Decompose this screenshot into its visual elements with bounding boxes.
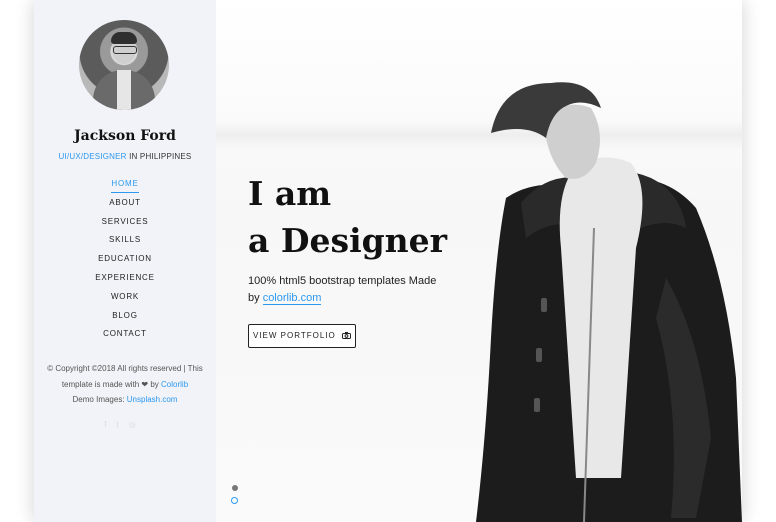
copyright: © Copyright ©2018 All rights reserved | … <box>40 361 210 408</box>
colorlib-link[interactable]: Colorlib <box>161 380 188 389</box>
nav-item-blog[interactable]: BLOG <box>34 310 216 329</box>
avatar-hair <box>111 32 137 44</box>
nav-item-home[interactable]: HOME <box>34 178 216 197</box>
hero-slide: I am a Designer 100% html5 bootstrap tem… <box>216 0 742 522</box>
nav-item-work[interactable]: WORK <box>34 291 216 310</box>
nav-item-skills[interactable]: SKILLS <box>34 234 216 253</box>
page-frame: Jackson Ford UI/UX/DESIGNER IN PHILIPPIN… <box>34 0 742 522</box>
facebook-icon[interactable]: f <box>104 420 116 429</box>
nav-item-about[interactable]: ABOUT <box>34 197 216 216</box>
credit-line: template is made with ❤ by Colorlib <box>61 379 189 389</box>
nav-item-contact[interactable]: CONTACT <box>34 328 216 347</box>
profile-role: UI/UX/DESIGNER IN PHILIPPINES <box>34 152 216 161</box>
role-highlight[interactable]: UI/UX/DESIGNER <box>59 152 127 161</box>
slider-dot-1[interactable] <box>232 485 238 491</box>
sidebar: Jackson Ford UI/UX/DESIGNER IN PHILIPPIN… <box>34 0 216 522</box>
nav-item-education[interactable]: EDUCATION <box>34 253 216 272</box>
twitter-icon[interactable]: t <box>117 420 129 429</box>
hero-photo <box>476 82 742 522</box>
nav-item-services[interactable]: SERVICES <box>34 216 216 235</box>
role-location: IN PHILIPPINES <box>126 152 192 161</box>
slider-dot-2-active[interactable] <box>231 497 238 504</box>
hero-title: I am a Designer <box>248 174 448 260</box>
avatar <box>79 20 169 110</box>
instagram-icon[interactable]: ◎ <box>129 420 146 429</box>
profile-name[interactable]: Jackson Ford <box>34 128 216 144</box>
avatar-glasses <box>113 46 137 54</box>
colorlib-link-hero[interactable]: colorlib.com <box>262 292 322 305</box>
copyright-line: © Copyright ©2018 All rights reserved | … <box>47 364 203 373</box>
demo-images-line: Demo Images: Unsplash.com <box>72 395 178 404</box>
camera-icon <box>341 332 351 339</box>
view-portfolio-button[interactable]: VIEW PORTFOLIO <box>248 324 356 348</box>
nav-item-experience[interactable]: EXPERIENCE <box>34 272 216 291</box>
avatar-shirt <box>117 70 131 110</box>
unsplash-link[interactable]: Unsplash.com <box>127 395 178 404</box>
social-icons: ft◎ <box>34 420 216 429</box>
hero-lead: 100% html5 bootstrap templates Made by c… <box>248 275 437 305</box>
main-nav: HOME ABOUT SERVICES SKILLS EDUCATION EXP… <box>34 178 216 347</box>
